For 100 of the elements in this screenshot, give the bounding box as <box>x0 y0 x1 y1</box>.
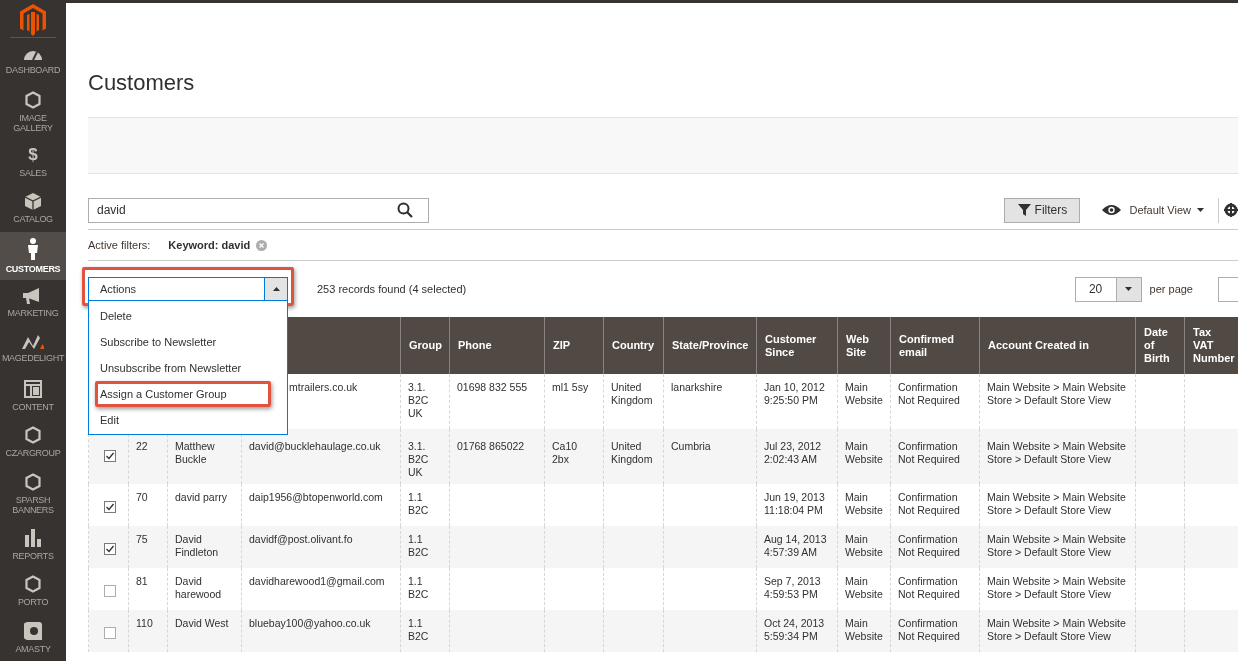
table-cell-text: United Kingdom <box>611 440 654 466</box>
hexagon-icon <box>25 90 41 109</box>
column-header[interactable]: Customer Since <box>765 332 829 359</box>
menu-item[interactable]: Unsubscribe from Newsletter <box>89 355 287 381</box>
hexagon-icon <box>25 575 41 594</box>
table-cell-text: Aug 14, 2013 4:57:39 AM <box>764 533 828 559</box>
table-cell: Main Website <box>845 533 883 559</box>
checkbox[interactable] <box>104 501 116 513</box>
sidebar-item[interactable]: MARKETING <box>0 279 66 326</box>
bar-chart-icon <box>25 528 41 547</box>
table-cell-text: David Findleton <box>175 533 220 559</box>
table-cell-text: mtrailers.co.uk <box>288 381 359 394</box>
table-cell-text: 1.1 B2C <box>408 533 430 559</box>
search-field[interactable]: david <box>88 197 429 223</box>
menu-item[interactable]: Edit <box>89 407 287 433</box>
column-header[interactable]: Country <box>612 339 655 352</box>
per-page-label: per page <box>1149 281 1193 297</box>
sidebar-item[interactable]: MAGEDELIGHT <box>0 326 66 373</box>
check-icon <box>105 451 115 461</box>
page-field[interactable] <box>1218 276 1238 302</box>
column-header[interactable]: Confirmed email <box>899 332 971 359</box>
search-icon <box>397 202 413 218</box>
table-cell-text: Main Website > Main Website Store > Default Store View <box>987 533 1127 559</box>
hexagon-icon <box>25 472 41 491</box>
column-header[interactable]: State/Province <box>672 339 748 352</box>
table-cell-text: 70 <box>136 491 149 504</box>
zigzag-icon <box>22 335 44 350</box>
table-cell-text: daip1956@btopenworld.com <box>249 491 384 504</box>
column-header[interactable]: Date of Birth <box>1144 326 1176 365</box>
table-cell-text: United Kingdom <box>611 381 654 407</box>
logo-icon[interactable] <box>20 4 46 36</box>
caret-icon <box>272 287 280 291</box>
sidebar-item[interactable]: AMASTY <box>0 614 66 661</box>
table-cell-text: Confirmation Not Required <box>898 575 961 601</box>
checkbox[interactable] <box>104 627 116 639</box>
table-cell-text: Confirmation Not Required <box>898 440 961 466</box>
sidebar-item[interactable]: SPARSH BANNERS <box>0 465 66 522</box>
blob-icon <box>24 621 42 640</box>
settings-icon[interactable] <box>1224 203 1238 217</box>
table-cell-text: 22 <box>136 440 149 453</box>
layout-icon <box>24 379 42 398</box>
sidebar-item[interactable]: $ SALES <box>0 138 66 185</box>
dollar-icon: $ <box>28 145 38 164</box>
table-cell-text: ml1 5sy <box>552 381 590 394</box>
sidebar-item[interactable]: IMAGE GALLERY <box>0 84 66 139</box>
checkbox[interactable] <box>104 450 116 462</box>
table-cell: Main Website <box>845 617 883 643</box>
column-header[interactable]: Account Created in <box>988 339 1127 352</box>
sidebar-item[interactable]: CATALOG <box>0 185 66 232</box>
column-header[interactable]: ZIP <box>553 339 595 352</box>
sidebar-item[interactable]: REPORTS <box>0 521 66 568</box>
table-cell-text: Confirmation Not Required <box>898 617 961 643</box>
view-switcher[interactable]: Default View <box>1102 201 1204 219</box>
table-cell-text: Main Website > Main Website Store > Default Store View <box>987 440 1127 466</box>
table-cell: Main Website <box>845 575 883 601</box>
table-cell-text: 75 <box>136 533 149 546</box>
menu-item[interactable]: Subscribe to Newsletter <box>89 329 287 355</box>
table-cell-text: Main Website > Main Website Store > Default Store View <box>987 617 1127 643</box>
table-cell-text: 1.1 B2C <box>408 575 430 601</box>
table-cell-text: 1.1 B2C <box>408 617 430 643</box>
table-cell-text: Jul 23, 2012 2:02:43 AM <box>764 440 823 466</box>
sidebar-item[interactable]: PORTO <box>0 568 66 615</box>
table-cell-text: lanarkshire <box>671 381 724 394</box>
check-icon <box>105 544 115 554</box>
menu-item[interactable]: Assign a Customer Group <box>89 381 287 407</box>
table-cell-text: bluebay100@yahoo.co.uk <box>249 617 372 630</box>
sidebar-item[interactable]: CONTENT <box>0 372 66 419</box>
column-header[interactable]: Phone <box>458 339 536 352</box>
sidebar-item[interactable]: DASHBOARD <box>0 38 66 85</box>
table-cell-text: 01698 832 555 <box>457 381 529 394</box>
column-header[interactable]: Group <box>409 339 441 352</box>
checkbox[interactable] <box>104 585 116 597</box>
column-header[interactable]: Web Site <box>846 332 882 359</box>
sidebar-item[interactable]: CZARGROUP <box>0 419 66 466</box>
table-cell-text: Main Website > Main Website Store > Default Store View <box>987 381 1127 407</box>
table-cell-text: david@bucklehaulage.co.uk <box>249 440 382 453</box>
table-cell-text: Main Website > Main Website Store > Default Store View <box>987 491 1127 517</box>
filters-button[interactable]: Filters <box>1004 197 1081 223</box>
records-count: 253 records found (4 selected) <box>317 281 467 297</box>
box-icon <box>25 192 41 210</box>
table-cell-text: 3.1. B2C UK <box>408 381 430 420</box>
checkbox[interactable] <box>104 543 116 555</box>
menu-item[interactable]: Delete <box>89 303 287 329</box>
table-cell: Main Website <box>845 440 883 466</box>
remove-filter-icon[interactable] <box>256 239 268 251</box>
person-icon <box>27 237 39 260</box>
table-cell-text: 110 <box>136 617 154 630</box>
table-cell-text: Matthew Buckle <box>175 440 216 466</box>
table-cell-text: Main Website > Main Website Store > Default Store View <box>987 575 1127 601</box>
table-cell-text: Confirmation Not Required <box>898 533 961 559</box>
active-filter: Keyword: david <box>168 237 251 253</box>
per-page-select[interactable]: 20 <box>1074 276 1142 302</box>
table-cell-text: Sep 7, 2013 4:59:53 PM <box>764 575 822 601</box>
actions-select[interactable]: Actions <box>88 277 288 301</box>
table-cell-text: 1.1 B2C <box>408 491 430 517</box>
sidebar-item[interactable]: CUSTOMERS <box>0 231 66 280</box>
table-cell-text: Jun 19, 2013 11:18:04 PM <box>764 491 826 517</box>
check-icon <box>105 502 115 512</box>
table-cell-text: davidharewood1@gmail.com <box>249 575 386 588</box>
table-cell-text: Oct 24, 2013 5:59:34 PM <box>764 617 826 643</box>
